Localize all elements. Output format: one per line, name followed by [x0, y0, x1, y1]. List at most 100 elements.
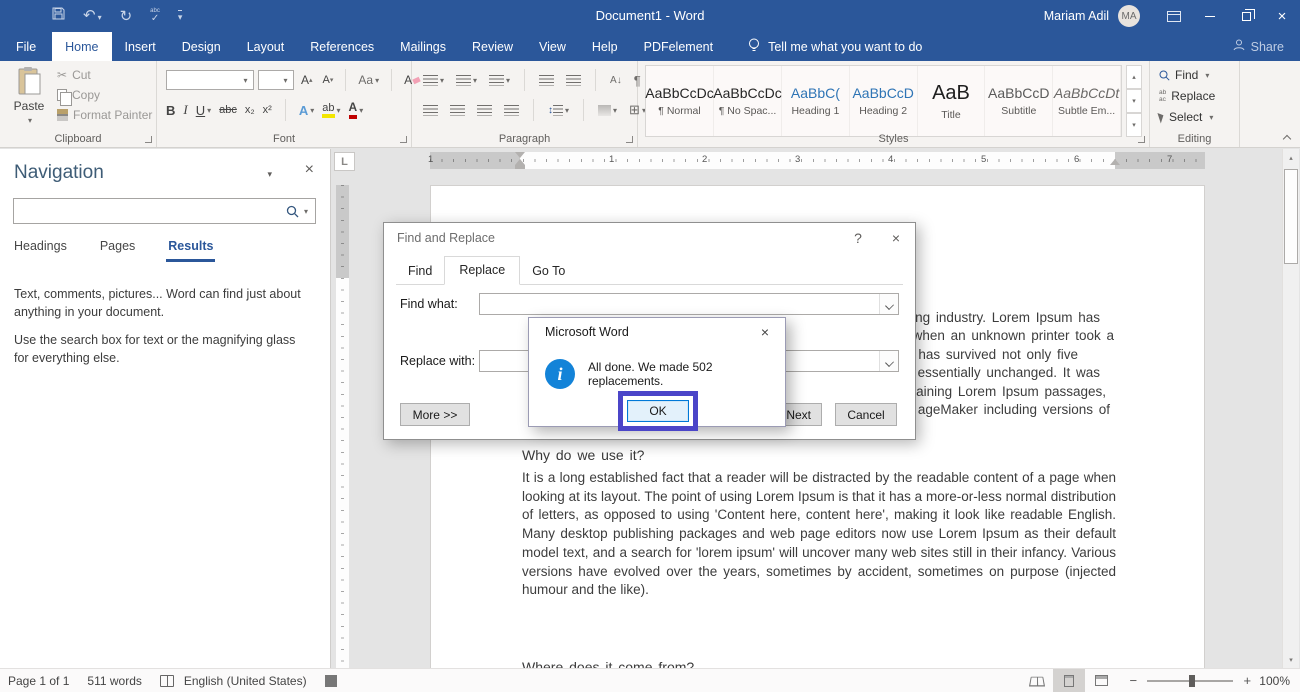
minimize-button[interactable] [1192, 0, 1228, 32]
more-button[interactable]: More >> [400, 403, 470, 426]
styles-scroll-down-button[interactable]: ▾ [1126, 89, 1142, 113]
scroll-down-button[interactable]: ▾ [1283, 651, 1299, 668]
shrink-font-button[interactable]: A▾ [320, 72, 337, 88]
decrease-indent-button[interactable] [536, 73, 557, 88]
combobox-dropdown-button[interactable] [879, 351, 898, 371]
nav-tab-pages[interactable]: Pages [100, 239, 135, 262]
cut-button[interactable]: ✂Cut [57, 68, 152, 82]
tell-me-box[interactable]: Tell me what you want to do [748, 32, 922, 61]
scroll-up-button[interactable]: ▴ [1283, 149, 1299, 166]
justify-button[interactable] [501, 103, 522, 118]
styles-scroll-up-button[interactable]: ▴ [1126, 65, 1142, 89]
right-indent-marker[interactable] [1110, 159, 1120, 165]
dialog-tab-find[interactable]: Find [396, 260, 444, 284]
tab-home[interactable]: Home [52, 32, 111, 61]
paragraph-dialog-launcher[interactable] [626, 136, 633, 143]
nav-tab-headings[interactable]: Headings [14, 239, 67, 262]
ok-button[interactable]: OK [627, 400, 689, 422]
dialog-tab-goto[interactable]: Go To [520, 260, 577, 284]
select-button[interactable]: Select▾ [1159, 110, 1215, 124]
clipboard-dialog-launcher[interactable] [145, 136, 152, 143]
superscript-button[interactable]: x² [263, 104, 272, 116]
bullets-button[interactable]: ▾ [420, 73, 447, 88]
zoom-in-button[interactable]: + [1241, 673, 1253, 688]
grow-font-button[interactable]: A▴ [298, 71, 316, 89]
zoom-level[interactable]: 100% [1259, 674, 1290, 688]
font-color-button[interactable]: A▾ [349, 101, 364, 118]
style-normal[interactable]: AaBbCcDc¶ Normal [646, 66, 714, 136]
tab-file[interactable]: File [0, 32, 52, 61]
navigation-search-input[interactable] [14, 199, 286, 223]
navigation-close-button[interactable]: × [305, 161, 314, 179]
numbering-button[interactable]: ▾ [453, 73, 480, 88]
tab-review[interactable]: Review [459, 32, 526, 61]
tab-help[interactable]: Help [579, 32, 631, 61]
change-case-button[interactable]: Aa▾ [355, 71, 382, 89]
font-size-combobox[interactable]: ▾ [258, 70, 294, 90]
page-count[interactable]: Page 1 of 1 [8, 674, 69, 688]
tab-stop-selector[interactable]: L [334, 152, 355, 171]
align-left-button[interactable] [420, 103, 441, 118]
scrollbar-thumb[interactable] [1284, 169, 1298, 264]
find-what-combobox[interactable] [479, 293, 899, 315]
style-subtitle[interactable]: AaBbCcDSubtitle [985, 66, 1053, 136]
macro-recording-icon[interactable] [325, 675, 337, 687]
navigation-options-button[interactable]: ▾ [267, 169, 272, 180]
share-button[interactable]: Share [1233, 32, 1284, 61]
shading-button[interactable]: ▾ [595, 103, 620, 118]
redo-button[interactable]: ↻ [120, 9, 133, 24]
word-count[interactable]: 511 words [87, 674, 141, 688]
restore-button[interactable] [1228, 0, 1264, 32]
dialog-close-button[interactable]: × [877, 223, 915, 253]
vertical-scrollbar[interactable]: ▴ ▾ [1282, 149, 1299, 668]
font-name-combobox[interactable]: ▾ [166, 70, 254, 90]
align-center-button[interactable] [447, 103, 468, 118]
print-layout-button[interactable] [1053, 669, 1085, 692]
dialog-help-button[interactable]: ? [839, 223, 877, 253]
find-button[interactable]: Find▾ [1159, 68, 1215, 82]
horizontal-ruler[interactable]: 1 1 2 3 4 5 6 7 [430, 152, 1205, 169]
styles-dialog-launcher[interactable] [1138, 136, 1145, 143]
text-highlight-button[interactable]: ab▾ [322, 102, 340, 118]
multilevel-list-button[interactable]: ▾ [486, 73, 513, 88]
align-right-button[interactable] [474, 103, 495, 118]
strikethrough-button[interactable]: abc [219, 104, 237, 116]
combobox-dropdown-button[interactable] [879, 294, 898, 314]
zoom-out-button[interactable]: − [1127, 673, 1139, 688]
copy-button[interactable]: Copy [57, 88, 152, 102]
ribbon-display-options-button[interactable] [1156, 0, 1192, 32]
nav-tab-results[interactable]: Results [168, 239, 213, 262]
cancel-button[interactable]: Cancel [835, 403, 897, 426]
first-line-indent-marker[interactable] [515, 152, 525, 158]
line-spacing-button[interactable]: ↕▾ [545, 103, 572, 118]
read-mode-button[interactable] [1021, 669, 1053, 692]
tab-references[interactable]: References [297, 32, 387, 61]
user-name[interactable]: Mariam Adil [1044, 9, 1109, 23]
language-status[interactable]: English (United States) [184, 674, 307, 688]
zoom-slider-thumb[interactable] [1189, 675, 1195, 687]
style-no-spacing[interactable]: AaBbCcDc¶ No Spac... [714, 66, 782, 136]
search-magnifier-button[interactable]: ▾ [286, 205, 315, 218]
vertical-ruler[interactable] [336, 185, 349, 668]
bold-button[interactable]: B [166, 103, 175, 118]
replace-button[interactable]: abac Replace [1159, 89, 1215, 103]
web-layout-button[interactable] [1085, 669, 1117, 692]
spelling-grammar-icon[interactable]: abc✓ [150, 8, 160, 24]
alert-title-bar[interactable]: Microsoft Word × [529, 318, 785, 346]
save-icon[interactable] [52, 7, 65, 25]
sort-button[interactable]: A↓ [607, 73, 625, 88]
style-heading-1[interactable]: AaBbC(Heading 1 [782, 66, 850, 136]
tab-design[interactable]: Design [169, 32, 234, 61]
alert-close-button[interactable]: × [745, 318, 785, 346]
underline-button[interactable]: U▾ [196, 103, 211, 118]
tab-mailings[interactable]: Mailings [387, 32, 459, 61]
tab-insert[interactable]: Insert [112, 32, 169, 61]
style-subtle-emphasis[interactable]: AaBbCcDtSubtle Em... [1053, 66, 1121, 136]
font-dialog-launcher[interactable] [400, 136, 407, 143]
tab-layout[interactable]: Layout [234, 32, 298, 61]
undo-button[interactable]: ↶▾ [83, 7, 102, 25]
dialog-tab-replace[interactable]: Replace [444, 256, 520, 285]
collapse-ribbon-button[interactable] [1283, 133, 1291, 141]
style-title[interactable]: AaBTitle [918, 66, 986, 136]
increase-indent-button[interactable] [563, 73, 584, 88]
